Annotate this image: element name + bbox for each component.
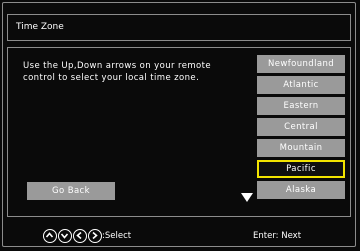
- scroll-down-arrow-icon[interactable]: [241, 193, 253, 202]
- title-bar: Time Zone: [7, 14, 351, 41]
- time-zone-list: Newfoundland Atlantic Eastern Central Mo…: [257, 55, 345, 202]
- right-arrow-icon: [88, 229, 102, 243]
- nav-arrow-icons: [43, 229, 102, 243]
- go-back-button[interactable]: Go Back: [27, 182, 115, 200]
- time-zone-option-newfoundland[interactable]: Newfoundland: [257, 55, 345, 73]
- select-hint: :Select: [102, 231, 132, 241]
- footer-bar: :Select Enter: Next: [7, 225, 351, 247]
- left-arrow-icon: [73, 229, 87, 243]
- page-title: Time Zone: [16, 22, 64, 32]
- instructions-text: Use the Up,Down arrows on your remote co…: [23, 61, 211, 83]
- down-arrow-icon: [58, 229, 72, 243]
- enter-hint: Enter: Next: [253, 231, 302, 241]
- time-zone-option-alaska[interactable]: Alaska: [257, 181, 345, 199]
- time-zone-option-eastern[interactable]: Eastern: [257, 97, 345, 115]
- time-zone-option-mountain[interactable]: Mountain: [257, 139, 345, 157]
- time-zone-option-pacific[interactable]: Pacific: [257, 160, 345, 178]
- time-zone-option-central[interactable]: Central: [257, 118, 345, 136]
- up-arrow-icon: [43, 229, 57, 243]
- time-zone-option-atlantic[interactable]: Atlantic: [257, 76, 345, 94]
